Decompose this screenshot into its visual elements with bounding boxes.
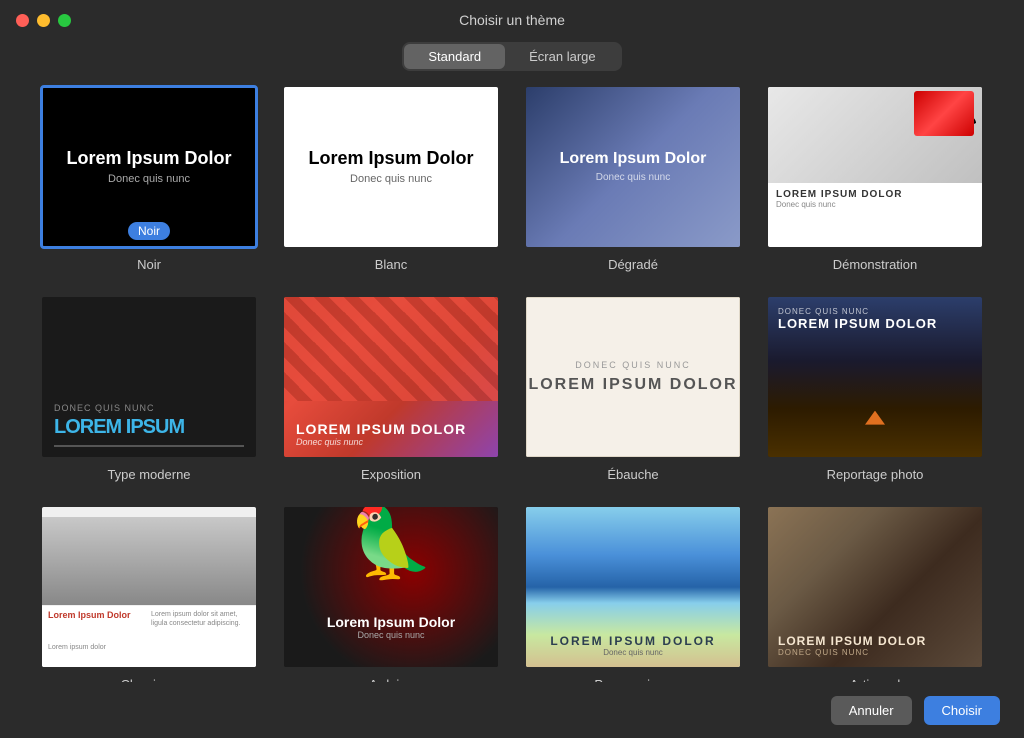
theme-blanc-sub: Donec quis nunc: [350, 173, 432, 185]
theme-ebauche-label: Ébauche: [607, 467, 658, 482]
maximize-button[interactable]: [58, 14, 71, 27]
theme-preview-reportage-photo[interactable]: DONEC QUIS NUNC LOREM IPSUM DOLOR: [766, 295, 984, 459]
tab-group: Standard Écran large: [402, 42, 621, 71]
theme-reportage-photo-label: Reportage photo: [827, 467, 924, 482]
theme-preview-classique[interactable]: Lorem Ipsum Dolor Lorem ipsum dolor sit …: [40, 505, 258, 669]
title-bar: Choisir un thème: [0, 0, 1024, 36]
theme-item-panoramique[interactable]: LOREM IPSUM DOLOR Donec quis nunc Panora…: [524, 505, 742, 695]
theme-preview-ardoise[interactable]: 🦜 Lorem Ipsum Dolor Donec quis nunc: [282, 505, 500, 669]
cancel-button[interactable]: Annuler: [831, 696, 912, 725]
theme-demo-text: LOREM IPSUM DOLOR Donec quis nunc: [768, 183, 982, 247]
tab-wide[interactable]: Écran large: [505, 44, 619, 69]
theme-item-ebauche[interactable]: DONEC QUIS NUNC LOREM IPSUM DOLOR Ébauch…: [524, 295, 742, 485]
themes-grid: Lorem Ipsum Dolor Donec quis nunc Noir N…: [0, 85, 1024, 695]
theme-preview-noir[interactable]: Lorem Ipsum Dolor Donec quis nunc Noir: [40, 85, 258, 249]
theme-item-blanc[interactable]: Lorem Ipsum Dolor Donec quis nunc Blanc: [282, 85, 500, 275]
theme-type-moderne-label: Type moderne: [107, 467, 190, 482]
theme-preview-degrade[interactable]: Lorem Ipsum Dolor Donec quis nunc: [524, 85, 742, 249]
theme-degrade-sub: Donec quis nunc: [596, 172, 671, 183]
theme-item-degrade[interactable]: Lorem Ipsum Dolor Donec quis nunc Dégrad…: [524, 85, 742, 275]
window-controls: [16, 14, 71, 27]
window-title: Choisir un thème: [459, 12, 565, 28]
theme-noir-label: Noir: [137, 257, 161, 272]
theme-item-noir[interactable]: Lorem Ipsum Dolor Donec quis nunc Noir N…: [40, 85, 258, 275]
theme-preview-panoramique[interactable]: LOREM IPSUM DOLOR Donec quis nunc: [524, 505, 742, 669]
parrot-icon: 🦜: [347, 507, 434, 584]
theme-item-artisanal[interactable]: LOREM IPSUM DOLOR DONEC QUIS NUNC Artisa…: [766, 505, 984, 695]
theme-blanc-label: Blanc: [375, 257, 408, 272]
tab-bar: Standard Écran large: [0, 42, 1024, 71]
minimize-button[interactable]: [37, 14, 50, 27]
theme-preview-artisanal[interactable]: LOREM IPSUM DOLOR DONEC QUIS NUNC: [766, 505, 984, 669]
theme-preview-ebauche[interactable]: DONEC QUIS NUNC LOREM IPSUM DOLOR: [524, 295, 742, 459]
tab-standard[interactable]: Standard: [404, 44, 505, 69]
theme-degrade-label: Dégradé: [608, 257, 658, 272]
theme-item-type-moderne[interactable]: DONEC QUIS NUNC LOREM IPSUM Type moderne: [40, 295, 258, 485]
theme-preview-type-moderne[interactable]: DONEC QUIS NUNC LOREM IPSUM: [40, 295, 258, 459]
choose-button[interactable]: Choisir: [924, 696, 1000, 725]
close-button[interactable]: [16, 14, 29, 27]
theme-degrade-title: Lorem Ipsum Dolor: [560, 150, 707, 168]
theme-item-classique[interactable]: Lorem Ipsum Dolor Lorem ipsum dolor sit …: [40, 505, 258, 695]
theme-noir-badge: Noir: [128, 222, 170, 240]
theme-item-reportage-photo[interactable]: DONEC QUIS NUNC LOREM IPSUM DOLOR Report…: [766, 295, 984, 485]
theme-preview-demonstration[interactable]: LOREM IPSUM DOLOR Donec quis nunc: [766, 85, 984, 249]
theme-noir-title: Lorem Ipsum Dolor: [66, 148, 231, 169]
footer: Annuler Choisir: [0, 682, 1024, 738]
theme-item-demonstration[interactable]: LOREM IPSUM DOLOR Donec quis nunc Démons…: [766, 85, 984, 275]
theme-demonstration-label: Démonstration: [833, 257, 918, 272]
theme-blanc-title: Lorem Ipsum Dolor: [308, 148, 473, 169]
theme-demo-image: [768, 87, 982, 183]
theme-item-ardoise[interactable]: 🦜 Lorem Ipsum Dolor Donec quis nunc Ardo…: [282, 505, 500, 695]
theme-noir-sub: Donec quis nunc: [108, 173, 190, 185]
theme-preview-exposition[interactable]: LOREM IPSUM DOLOR Donec quis nunc: [282, 295, 500, 459]
theme-preview-blanc[interactable]: Lorem Ipsum Dolor Donec quis nunc: [282, 85, 500, 249]
theme-exposition-label: Exposition: [361, 467, 421, 482]
theme-item-exposition[interactable]: LOREM IPSUM DOLOR Donec quis nunc Exposi…: [282, 295, 500, 485]
